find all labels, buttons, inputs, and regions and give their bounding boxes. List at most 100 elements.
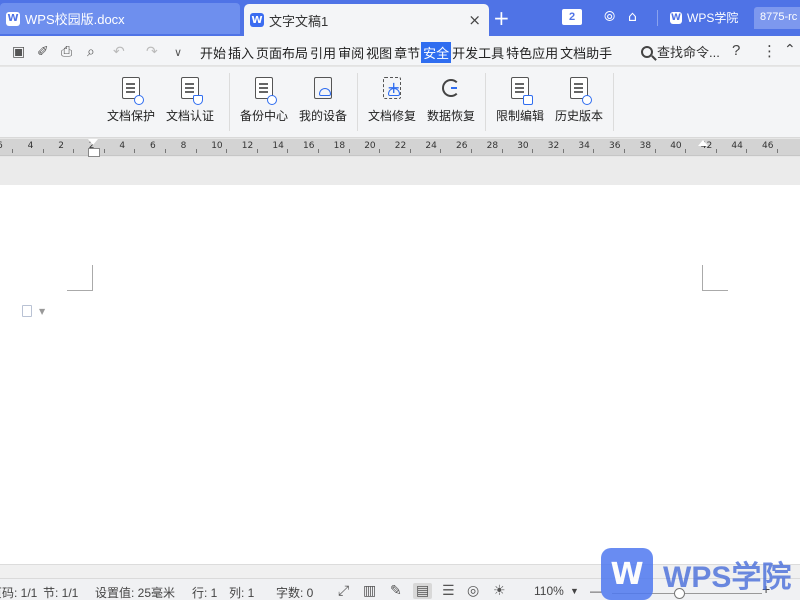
- ruler-tick: [134, 149, 136, 153]
- ruler-label: 2: [58, 141, 64, 151]
- ruler-tick: [593, 149, 595, 153]
- zoom-level[interactable]: 110%: [534, 584, 564, 598]
- save-icon[interactable]: ▣: [12, 44, 25, 60]
- outline-view-icon[interactable]: ☰: [442, 583, 455, 599]
- redo-icon[interactable]: ↷: [146, 44, 158, 60]
- edit-pen-icon[interactable]: ✎: [390, 583, 402, 599]
- document-tab-active[interactable]: W 文字文稿1 ×: [244, 4, 489, 36]
- paragraph-layout-icon[interactable]: [22, 305, 32, 317]
- ruler-label: 4: [119, 141, 126, 151]
- chevron-down-icon[interactable]: ▼: [570, 586, 579, 596]
- setting-value[interactable]: 设置值: 25毫米: [95, 584, 175, 600]
- format-painter-icon[interactable]: ✐: [37, 44, 49, 60]
- ruler-label: 8: [180, 141, 187, 151]
- wps-logo-icon: W: [670, 11, 682, 24]
- ruler-label: 10: [211, 141, 223, 151]
- ruler-label: 6: [150, 141, 156, 151]
- ruler-tick: [42, 149, 44, 153]
- history-versions-button[interactable]: 历史版本: [551, 77, 607, 124]
- print-icon[interactable]: ⎙: [61, 44, 72, 60]
- data-recovery-icon: [442, 79, 460, 97]
- ruler-tick: [195, 149, 197, 153]
- menu-tab-page-layout[interactable]: 页面布局: [255, 42, 309, 63]
- wps-logo-icon: W: [601, 548, 653, 600]
- command-search[interactable]: 查找命令...: [641, 42, 720, 61]
- ruler-tick: [287, 149, 289, 153]
- page-view-icon[interactable]: ▤: [413, 583, 433, 599]
- web-view-icon[interactable]: ◎: [467, 583, 479, 599]
- eye-protection-icon[interactable]: ☀: [493, 583, 506, 599]
- menu-tab-insert[interactable]: 插入: [227, 42, 255, 63]
- chevron-down-icon[interactable]: ∨: [174, 46, 182, 59]
- tab-title: 文字文稿1: [269, 13, 329, 29]
- ruler-tick: [532, 149, 534, 153]
- horizontal-ruler[interactable]: 6422468101214161820222426283032343638404…: [0, 139, 800, 157]
- ruler-tick: [165, 149, 166, 153]
- cloud-device-icon: [314, 77, 332, 99]
- backup-center-button[interactable]: 备份中心: [236, 77, 292, 124]
- margin-corner-top-left: [67, 265, 93, 291]
- ruler-tick: [409, 149, 411, 153]
- document-protect-button[interactable]: 文档保护: [103, 77, 159, 124]
- ruler-tick: [746, 149, 748, 153]
- document-certify-button[interactable]: 文档认证: [162, 77, 218, 124]
- ruler-tick: [501, 149, 503, 153]
- fullscreen-icon[interactable]: ⤢: [338, 583, 349, 599]
- menu-tab-home[interactable]: 开始: [199, 42, 227, 63]
- print-preview-icon[interactable]: ⌕: [87, 44, 95, 60]
- my-devices-button[interactable]: 我的设备: [295, 77, 351, 124]
- menu-bar: ▣ ✐ ⎙ ⌕ ↶ ↷ ∨ 开始 插入 页面布局 引用 审阅 视图 章节 安全 …: [0, 36, 800, 66]
- wps-academy-tab[interactable]: W WPS学院: [670, 9, 738, 26]
- more-icon[interactable]: ⋮: [762, 42, 777, 60]
- document-page[interactable]: ▼: [0, 185, 800, 564]
- menu-tab-review[interactable]: 审阅: [337, 42, 365, 63]
- ruler-tick: [318, 149, 319, 153]
- title-bar: W WPS校园版.docx W 文字文稿1 × + 2 ⦾ ⌂ W WPS学院 …: [0, 0, 800, 36]
- search-label: 查找命令...: [657, 45, 720, 60]
- window-count-badge[interactable]: 2: [562, 9, 582, 25]
- new-tab-button[interactable]: +: [493, 6, 510, 30]
- ruler-label: 16: [303, 141, 315, 151]
- menu-tab-references[interactable]: 引用: [309, 42, 337, 63]
- close-icon[interactable]: ×: [468, 11, 481, 29]
- restrict-editing-button[interactable]: 限制编辑: [492, 77, 548, 124]
- ruler-tick: [440, 149, 442, 153]
- ruler-tick: [379, 149, 381, 153]
- column-indicator: 列: 1: [229, 586, 255, 600]
- document-tab-wps-campus[interactable]: W WPS校园版.docx: [0, 3, 240, 34]
- menu-tab-view[interactable]: 视图: [365, 42, 393, 63]
- menu-tab-security[interactable]: 安全: [421, 42, 452, 63]
- help-icon[interactable]: ?: [732, 42, 740, 59]
- ruler-label: 6: [0, 141, 3, 151]
- menu-tab-assistant[interactable]: 文档助手: [559, 42, 613, 63]
- left-indent-marker[interactable]: [88, 139, 100, 157]
- data-recovery-button[interactable]: 数据恢复: [423, 77, 479, 124]
- document-repair-button[interactable]: + 文档修复: [364, 77, 420, 124]
- divider: [657, 10, 658, 26]
- word-count[interactable]: 字数: 0: [276, 584, 313, 600]
- menu-tab-special[interactable]: 特色应用: [505, 42, 559, 63]
- divider: [613, 73, 614, 131]
- ruler-label: 24: [425, 141, 437, 151]
- extra-tab[interactable]: 8775-rc: [754, 7, 800, 29]
- ruler-label: 18: [333, 141, 346, 151]
- divider: [485, 73, 486, 131]
- watermark-text: WPS学院: [663, 561, 792, 594]
- ruler-label: 4: [27, 141, 34, 151]
- ruler-label: 28: [486, 141, 499, 151]
- menu-tab-developer[interactable]: 开发工具: [451, 42, 505, 63]
- collapse-ribbon-icon[interactable]: ⌃: [784, 41, 796, 58]
- skin-shirt-icon[interactable]: ⌂: [628, 9, 637, 25]
- sync-icon[interactable]: ⦾: [604, 9, 615, 25]
- reading-mode-icon[interactable]: ▥: [363, 583, 376, 599]
- page-indicator[interactable]: 页码: 1/1: [0, 584, 37, 600]
- right-indent-marker[interactable]: [698, 140, 708, 146]
- undo-icon[interactable]: ↶: [113, 44, 125, 60]
- ruler-label: 20: [364, 141, 376, 151]
- ruler-label: 30: [517, 141, 529, 151]
- ruler-tick: [226, 149, 228, 153]
- chevron-down-icon[interactable]: ▼: [39, 307, 45, 316]
- ruler-label: 38: [639, 141, 652, 151]
- menu-tab-chapter[interactable]: 章节: [393, 42, 421, 63]
- ribbon-security: 文档保护 文档认证 备份中心 我的设备 + 文档修复 数据恢复 限制编辑 历史版…: [0, 67, 800, 138]
